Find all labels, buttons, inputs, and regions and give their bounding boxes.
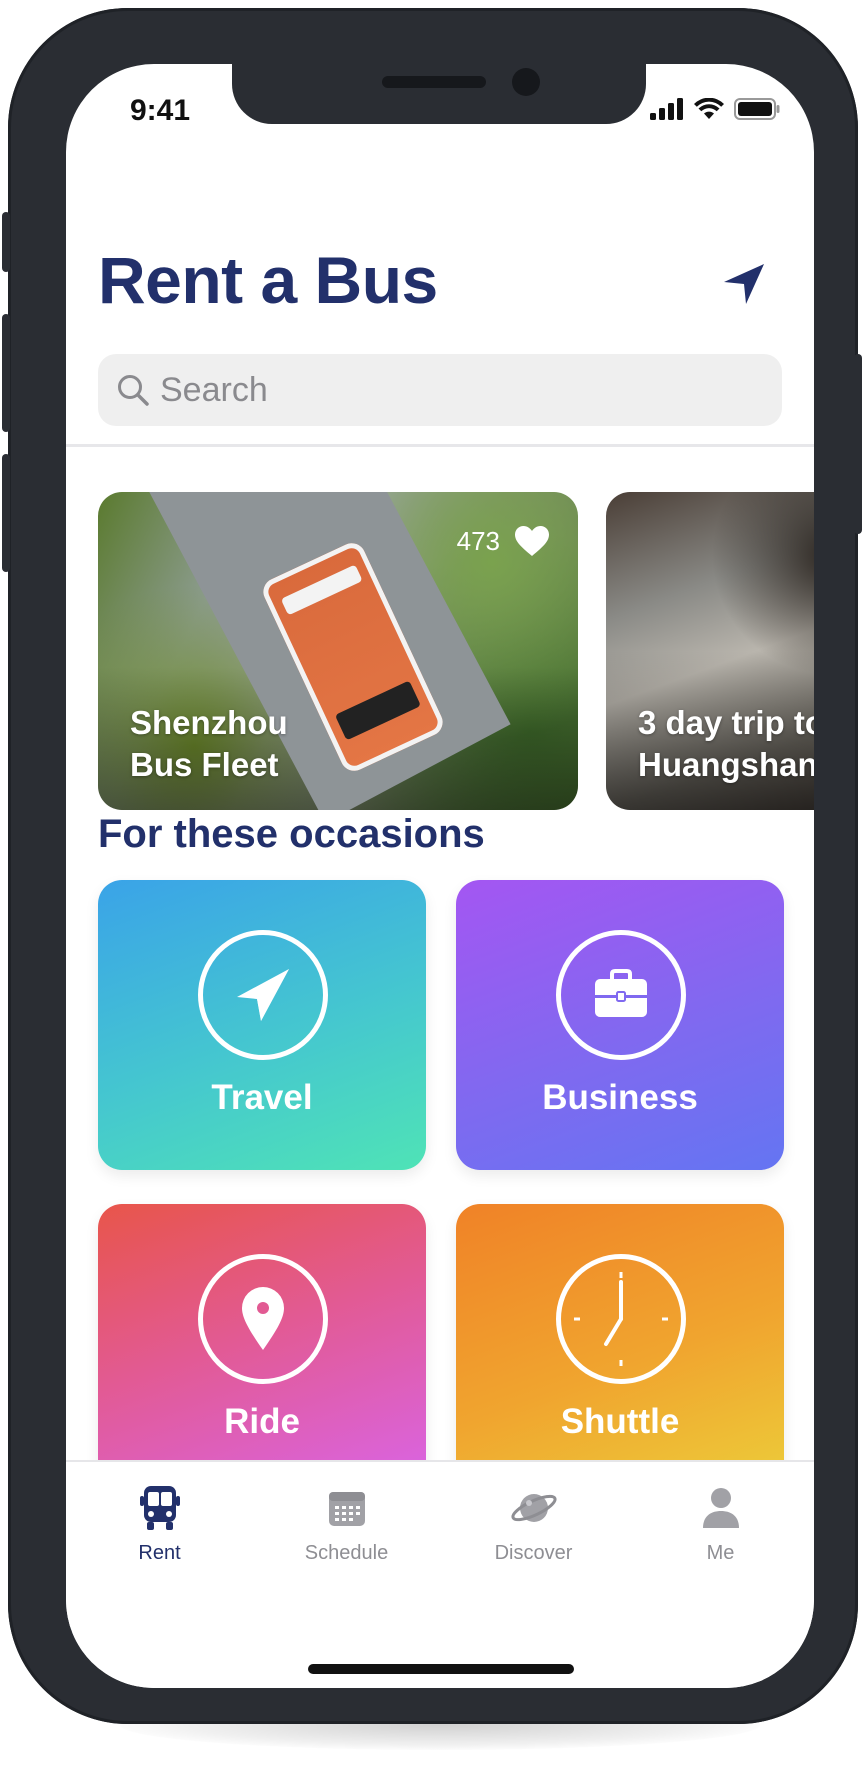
occasion-tile-business[interactable]: Business [456,880,784,1170]
tile-circle [198,1254,328,1384]
tab-schedule[interactable]: Schedule [253,1482,440,1565]
tile-circle [198,930,328,1060]
tile-label: Business [542,1078,698,1117]
volume-up-button [2,314,10,432]
tab-label: Schedule [304,1542,389,1564]
featured-card-title-line: Shenzhou [130,704,288,741]
like-group: 473 [457,524,550,558]
tab-rent[interactable]: Rent [66,1482,253,1565]
tab-label: Discover [494,1542,573,1564]
tab-bar: Rent Schedule Discover Me [66,1460,814,1688]
header-divider [66,444,814,447]
like-count: 473 [456,525,500,556]
tile-circle [556,930,686,1060]
bus-icon [66,1482,253,1534]
status-time: 9:41 [130,94,191,127]
wifi-icon [694,97,724,125]
battery-icon [734,98,780,125]
search-bar[interactable] [98,354,782,426]
bus-window [334,680,422,741]
occasion-tile-ride[interactable]: Ride [98,1204,426,1494]
volume-down-button [2,454,10,572]
tab-label: Rent [138,1542,181,1564]
featured-card-title-line: Huangshan [638,746,814,783]
featured-card-title-line: Bus Fleet [130,746,279,783]
front-camera [512,68,540,96]
location-button[interactable] [718,258,770,310]
tile-label: Ride [224,1402,300,1441]
notch [232,64,646,124]
tile-label: Travel [211,1078,313,1117]
power-button [854,354,862,534]
briefcase-icon [595,969,647,1017]
search-icon [116,372,152,408]
bus-roof-panel [280,564,363,616]
featured-card-title: Shenzhou Bus Fleet [130,702,288,786]
featured-card-title-line: 3 day trip to [638,704,814,741]
occasion-tile-travel[interactable]: Travel [98,880,426,1170]
tab-discover[interactable]: Discover [440,1482,627,1565]
speaker [382,76,486,88]
map-pin-icon [242,1287,284,1350]
featured-card-huangshan[interactable]: 3 day trip to Huangshan [606,492,814,810]
featured-card-title: 3 day trip to Huangshan [638,702,814,786]
calendar-icon [253,1482,440,1534]
mute-switch [2,212,10,272]
home-indicator[interactable] [308,1664,574,1674]
search-input[interactable] [158,369,762,411]
screen: 9:41 Rent a Bus Search 473 Shenzhou Bus … [66,64,814,1688]
section-title: For these occasions [98,812,485,856]
navigation-arrow-icon [724,264,764,304]
clock-icon [574,1272,668,1366]
tab-me[interactable]: Me [627,1482,814,1565]
tile-label: Shuttle [560,1402,680,1441]
occasion-tile-shuttle[interactable]: Shuttle [456,1204,784,1494]
page-title: Rent a Bus [98,243,438,317]
featured-card-shenzhou[interactable]: 473 Shenzhou Bus Fleet [98,492,578,810]
status-icons [650,97,780,125]
person-icon [627,1482,814,1534]
paper-plane-icon [237,969,289,1021]
heart-icon[interactable] [514,524,550,558]
planet-icon [440,1482,627,1534]
tab-label: Me [706,1542,735,1564]
tile-circle [556,1254,686,1384]
signal-icon [650,98,684,125]
phone-frame: 9:41 Rent a Bus Search 473 Shenzhou Bus … [2,8,862,1724]
